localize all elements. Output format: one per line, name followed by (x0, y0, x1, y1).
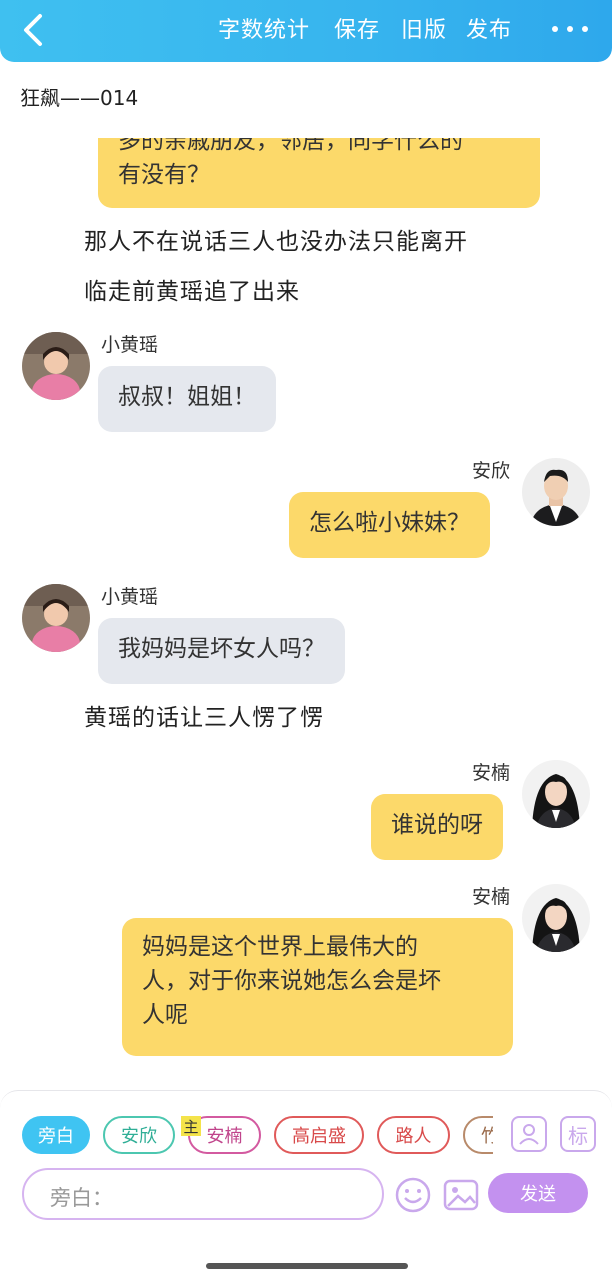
message-bubble[interactable]: 妈妈是这个世界上最伟大的 人，对于你来说她怎么会是坏 人呢 (122, 918, 513, 1056)
narration-text[interactable]: 临走前黄瑶追了出来 (84, 272, 300, 306)
avatar-an-xin[interactable] (522, 458, 590, 526)
role-chip-passerby[interactable]: 路人 (377, 1116, 450, 1154)
role-chip-label: 路人 (395, 1126, 432, 1147)
narration-text[interactable]: 那人不在说话三人也没办法只能离开 (84, 222, 468, 256)
message-bubble[interactable]: 我妈妈是坏女人吗？ (98, 618, 345, 684)
message-bubble[interactable]: 多的亲戚朋友，邻居，同学什么的 有没有？ (98, 138, 540, 208)
role-chip-label: 竹 (481, 1126, 493, 1147)
avatar-xiao-huangyao[interactable] (22, 332, 90, 400)
role-chip-extra[interactable]: 竹 (463, 1116, 493, 1154)
tag-label: 标 (568, 1123, 588, 1148)
message-text: 人，对于你来说她怎么会是坏 (142, 968, 441, 994)
message-text: 多的亲戚朋友，邻居，同学什么的 (118, 138, 463, 154)
save-button[interactable]: 保存 (334, 12, 380, 44)
publish-button[interactable]: 发布 (466, 12, 512, 44)
message-text: 叔叔！姐姐！ (118, 384, 256, 410)
chat-area[interactable]: 多的亲戚朋友，邻居，同学什么的 有没有？ 那人不在说话三人也没办法只能离开 临走… (0, 138, 612, 1088)
avatar-an-nan[interactable] (522, 884, 590, 952)
speaker-name: 安楠 (472, 886, 511, 908)
speaker-name: 小黄瑶 (101, 334, 159, 356)
role-chip-label: 安欣 (121, 1126, 157, 1147)
home-indicator (206, 1263, 408, 1269)
speaker-name: 安欣 (472, 460, 511, 482)
chapter-title: 狂飙——014 (20, 86, 139, 110)
message-text: 有没有？ (118, 162, 210, 188)
message-text: 我妈妈是坏女人吗？ (118, 636, 325, 662)
input-placeholder: 旁白： (50, 1186, 113, 1210)
character-manage-icon[interactable] (511, 1116, 547, 1152)
narration-text[interactable]: 黄瑶的话让三人愣了愣 (84, 698, 324, 732)
role-chip-clip: 竹 (463, 1116, 493, 1154)
emoji-icon[interactable] (394, 1176, 432, 1214)
speaker-name: 小黄瑶 (101, 586, 159, 608)
old-version-button[interactable]: 旧版 (401, 12, 447, 44)
speaker-name: 安楠 (472, 762, 511, 784)
avatar-an-nan[interactable] (522, 760, 590, 828)
role-chip-label: 高启盛 (292, 1126, 346, 1147)
role-chip-an-xin[interactable]: 安欣 (103, 1116, 175, 1154)
image-icon[interactable] (442, 1176, 480, 1214)
role-chip-label: 安楠 (206, 1126, 243, 1147)
message-bubble[interactable]: 叔叔！姐姐！ (98, 366, 276, 432)
back-arrow-icon[interactable] (18, 12, 50, 48)
role-chip-narrator[interactable]: 旁白 (22, 1116, 90, 1154)
message-input[interactable]: 旁白： (22, 1168, 384, 1220)
message-bubble[interactable]: 怎么啦小妹妹？ (289, 492, 490, 558)
tag-icon[interactable]: 标 (560, 1116, 596, 1152)
message-bubble[interactable]: 谁说的呀 (371, 794, 503, 860)
role-chip-gao-qisheng[interactable]: 高启盛 (274, 1116, 364, 1154)
send-button[interactable]: 发送 (488, 1173, 588, 1213)
message-text: 谁说的呀 (391, 812, 483, 838)
send-label: 发送 (520, 1184, 556, 1205)
top-bar: 字数统计 保存 旧版 发布 (0, 0, 612, 62)
message-text: 人呢 (142, 1002, 188, 1028)
role-chip-label: 旁白 (38, 1126, 74, 1147)
avatar-xiao-huangyao[interactable] (22, 584, 90, 652)
word-count-button[interactable]: 字数统计 (218, 12, 310, 44)
main-role-badge: 主 (181, 1116, 201, 1136)
more-options-icon[interactable] (552, 20, 588, 36)
message-text: 怎么啦小妹妹？ (309, 510, 470, 536)
message-text: 妈妈是这个世界上最伟大的 (142, 934, 418, 960)
